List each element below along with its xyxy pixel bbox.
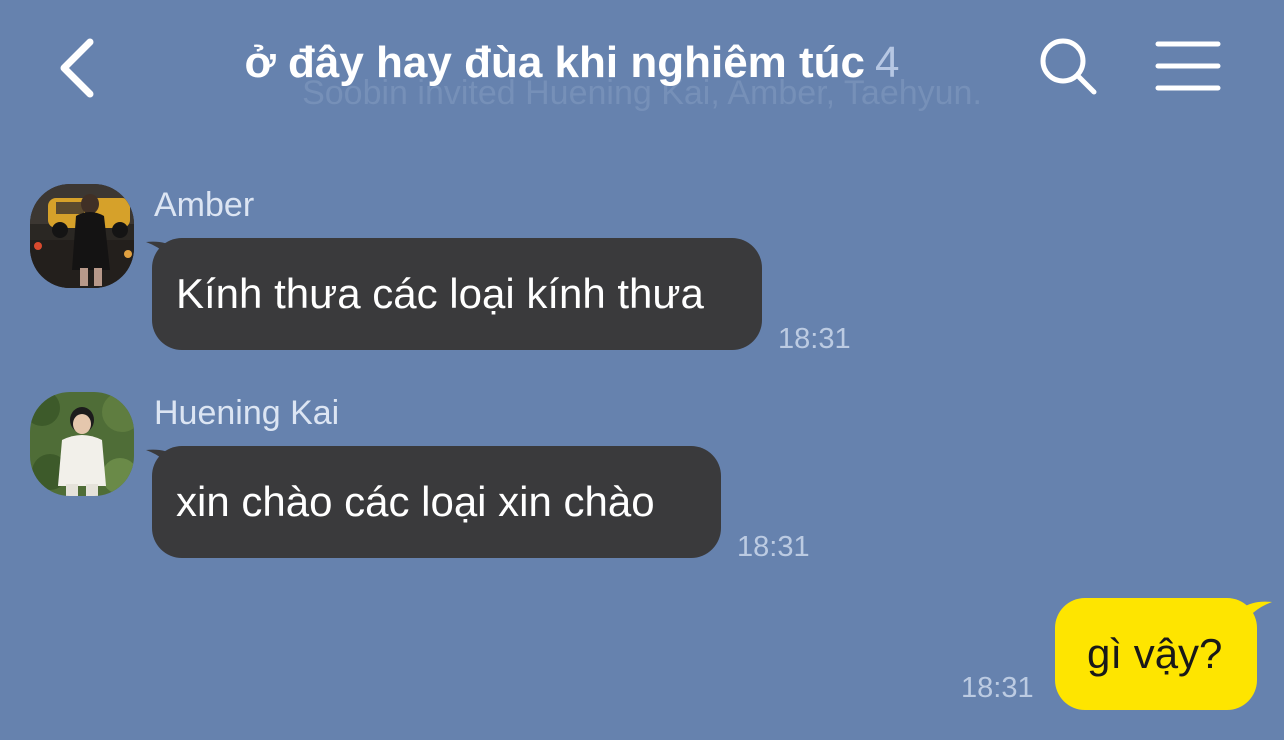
chevron-left-icon (60, 38, 94, 98)
hamburger-menu-icon (1155, 41, 1221, 91)
message-timestamp: 18:31 (737, 531, 810, 563)
menu-button[interactable] (1154, 38, 1224, 94)
message-timestamp: 18:31 (778, 323, 851, 355)
search-icon (1040, 38, 1097, 95)
chat-header: Soobin invited Huening Kai, Amber, Taehy… (0, 0, 1284, 130)
back-button[interactable] (52, 32, 112, 102)
message-bubble[interactable]: Kính thưa các loại kính thưa (152, 238, 762, 350)
search-button[interactable] (1036, 34, 1100, 98)
avatar-huening-kai[interactable] (30, 392, 134, 496)
avatar-amber[interactable] (30, 184, 134, 288)
my-message-bubble[interactable]: gì vậy? (1055, 598, 1257, 710)
sender-name: Huening Kai (154, 394, 340, 432)
message-bubble[interactable]: xin chào các loại xin chào (152, 446, 721, 558)
chat-title-area[interactable]: ở đây hay đùa khi nghiêm túc 4 (160, 38, 984, 88)
message-timestamp: 18:31 (961, 672, 1034, 704)
chat-title: ở đây hay đùa khi nghiêm túc (244, 38, 866, 87)
member-count: 4 (875, 38, 900, 87)
avatar-photo (30, 184, 134, 288)
avatar-photo (30, 392, 134, 496)
sender-name: Amber (154, 186, 255, 224)
